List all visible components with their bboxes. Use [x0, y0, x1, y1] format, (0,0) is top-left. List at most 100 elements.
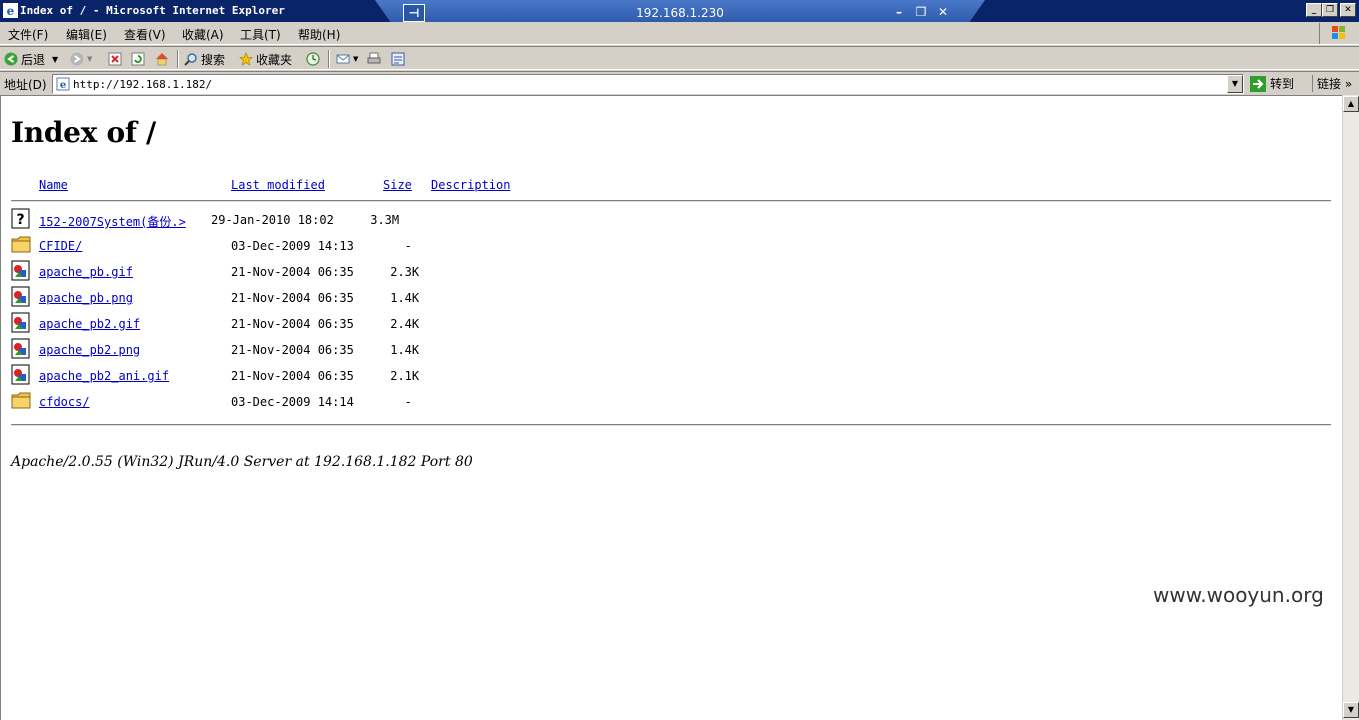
forward-arrow-icon	[70, 52, 84, 66]
file-size: -	[383, 395, 412, 409]
file-date: 21-Nov-2004 06:35	[231, 343, 354, 357]
address-label: 地址(D)	[4, 78, 47, 92]
file-row: apache_pb.gif 21-Nov-2004 06:35 2.3K	[11, 260, 611, 282]
file-size: 2.3K	[383, 265, 420, 279]
file-date: 21-Nov-2004 06:35	[231, 317, 354, 331]
file-row: cfdocs/ 03-Dec-2009 14:14 -	[11, 390, 611, 412]
menu-tools[interactable]: 工具(T)	[240, 26, 281, 43]
restore-button[interactable]: ❐	[1322, 3, 1338, 17]
go-label: 转到	[1270, 77, 1295, 91]
menu-help[interactable]: 帮助(H)	[298, 26, 340, 43]
forward-dropdown-icon[interactable]: ▼	[87, 55, 92, 63]
star-icon	[239, 52, 253, 66]
address-bar: 地址(D) e ▼ 转到 链接 »	[0, 71, 1359, 95]
history-icon	[306, 52, 320, 66]
file-row: apache_pb2.gif 21-Nov-2004 06:35 2.4K	[11, 312, 611, 334]
toolbar-separator	[177, 50, 179, 68]
file-link[interactable]: apache_pb.gif	[39, 265, 133, 279]
divider	[11, 424, 1331, 426]
file-link[interactable]: apache_pb2.png	[39, 343, 140, 357]
image-file-icon	[11, 260, 30, 281]
stop-icon	[108, 52, 122, 66]
column-modified-link[interactable]: Last modified	[231, 178, 325, 192]
column-name-link[interactable]: Name	[39, 178, 68, 192]
file-link[interactable]: apache_pb.png	[39, 291, 133, 305]
scroll-up-icon[interactable]: ▲	[1343, 96, 1359, 112]
minimize-button[interactable]: _	[1306, 3, 1322, 17]
file-link[interactable]: 152-2007System(备份.>	[39, 213, 186, 230]
file-link[interactable]: apache_pb2_ani.gif	[39, 369, 169, 383]
folder-icon	[11, 236, 31, 253]
image-file-icon	[11, 312, 30, 333]
page-heading: Index of /	[11, 116, 156, 149]
file-link[interactable]: apache_pb2.gif	[39, 317, 140, 331]
edit-page-icon	[391, 52, 405, 66]
back-dropdown-icon[interactable]: ▼	[52, 55, 58, 64]
address-dropdown-icon[interactable]: ▼	[1227, 75, 1243, 93]
go-arrow-icon	[1250, 75, 1266, 92]
remote-minimize-button[interactable]: –	[891, 5, 907, 19]
mail-icon	[336, 54, 350, 64]
server-signature: Apache/2.0.55 (Win32) JRun/4.0 Server at…	[11, 454, 473, 470]
menu-edit[interactable]: 编辑(E)	[66, 26, 107, 43]
edit-button[interactable]	[391, 50, 405, 68]
column-size-link[interactable]: Size	[383, 178, 412, 192]
search-label: 搜索	[201, 52, 226, 67]
image-file-icon	[11, 338, 30, 359]
file-row: CFIDE/ 03-Dec-2009 14:13 -	[11, 234, 611, 256]
watermark: www.wooyun.org	[1153, 583, 1324, 607]
vertical-scrollbar[interactable]: ▲ ▼	[1342, 95, 1359, 720]
address-field[interactable]: e ▼	[52, 74, 1244, 94]
toolbar-separator	[328, 50, 330, 68]
ie-icon: e	[3, 3, 18, 18]
home-button[interactable]	[155, 50, 169, 68]
file-date: 21-Nov-2004 06:35	[231, 291, 354, 305]
mail-button[interactable]: ▼	[336, 50, 358, 68]
history-button[interactable]	[306, 50, 320, 68]
stop-button[interactable]	[108, 50, 122, 68]
scroll-down-icon[interactable]: ▼	[1343, 702, 1359, 718]
search-icon	[184, 53, 197, 66]
windows-logo-icon	[1319, 23, 1355, 44]
forward-button[interactable]: ▼	[70, 50, 92, 68]
unknown-file-icon: ?	[11, 208, 30, 229]
close-button[interactable]: ✕	[1340, 3, 1356, 17]
file-size: -	[383, 239, 412, 253]
back-button[interactable]: 后退 ▼	[4, 50, 58, 68]
search-button[interactable]: 搜索	[184, 50, 225, 68]
file-date: 03-Dec-2009 14:14	[231, 395, 354, 409]
links-button[interactable]: 链接 »	[1312, 75, 1352, 92]
svg-text:e: e	[60, 80, 66, 91]
remote-close-button[interactable]: ✕	[935, 5, 951, 19]
file-row: apache_pb.png 21-Nov-2004 06:35 1.4K	[11, 286, 611, 308]
favorites-label: 收藏夹	[256, 52, 293, 67]
remote-restore-button[interactable]: ❐	[913, 5, 929, 19]
menu-view[interactable]: 查看(V)	[124, 26, 166, 43]
go-button[interactable]: 转到	[1250, 75, 1294, 92]
standard-toolbar: 后退 ▼ ▼ 搜索 收藏夹 ▼	[0, 46, 1359, 70]
menu-file[interactable]: 文件(F)	[8, 26, 48, 43]
file-row: apache_pb2_ani.gif 21-Nov-2004 06:35 2.1…	[11, 364, 611, 386]
favorites-button[interactable]: 收藏夹	[239, 50, 292, 68]
back-label: 后退	[21, 52, 46, 67]
file-date: 21-Nov-2004 06:35	[231, 369, 354, 383]
svg-text:e: e	[7, 4, 15, 18]
menu-favorites[interactable]: 收藏(A)	[182, 26, 224, 43]
window-title: Index of / - Microsoft Internet Explorer	[20, 4, 285, 17]
print-button[interactable]	[367, 50, 381, 68]
svg-text:?: ?	[16, 212, 24, 228]
page-icon: e	[56, 77, 70, 91]
divider	[11, 200, 1331, 202]
file-date: 21-Nov-2004 06:35	[231, 265, 354, 279]
file-size: 2.4K	[383, 317, 420, 331]
refresh-button[interactable]	[131, 50, 145, 68]
file-size: 1.4K	[383, 343, 420, 357]
file-link[interactable]: cfdocs/	[39, 395, 90, 409]
file-row: apache_pb2.png 21-Nov-2004 06:35 1.4K	[11, 338, 611, 360]
url-input[interactable]	[73, 77, 1223, 92]
file-size: 1.4K	[383, 291, 420, 305]
file-date: 29-Jan-2010 18:02	[211, 213, 334, 227]
mail-dropdown-icon[interactable]: ▼	[353, 55, 358, 63]
column-description-link[interactable]: Description	[431, 178, 510, 192]
file-link[interactable]: CFIDE/	[39, 239, 82, 253]
